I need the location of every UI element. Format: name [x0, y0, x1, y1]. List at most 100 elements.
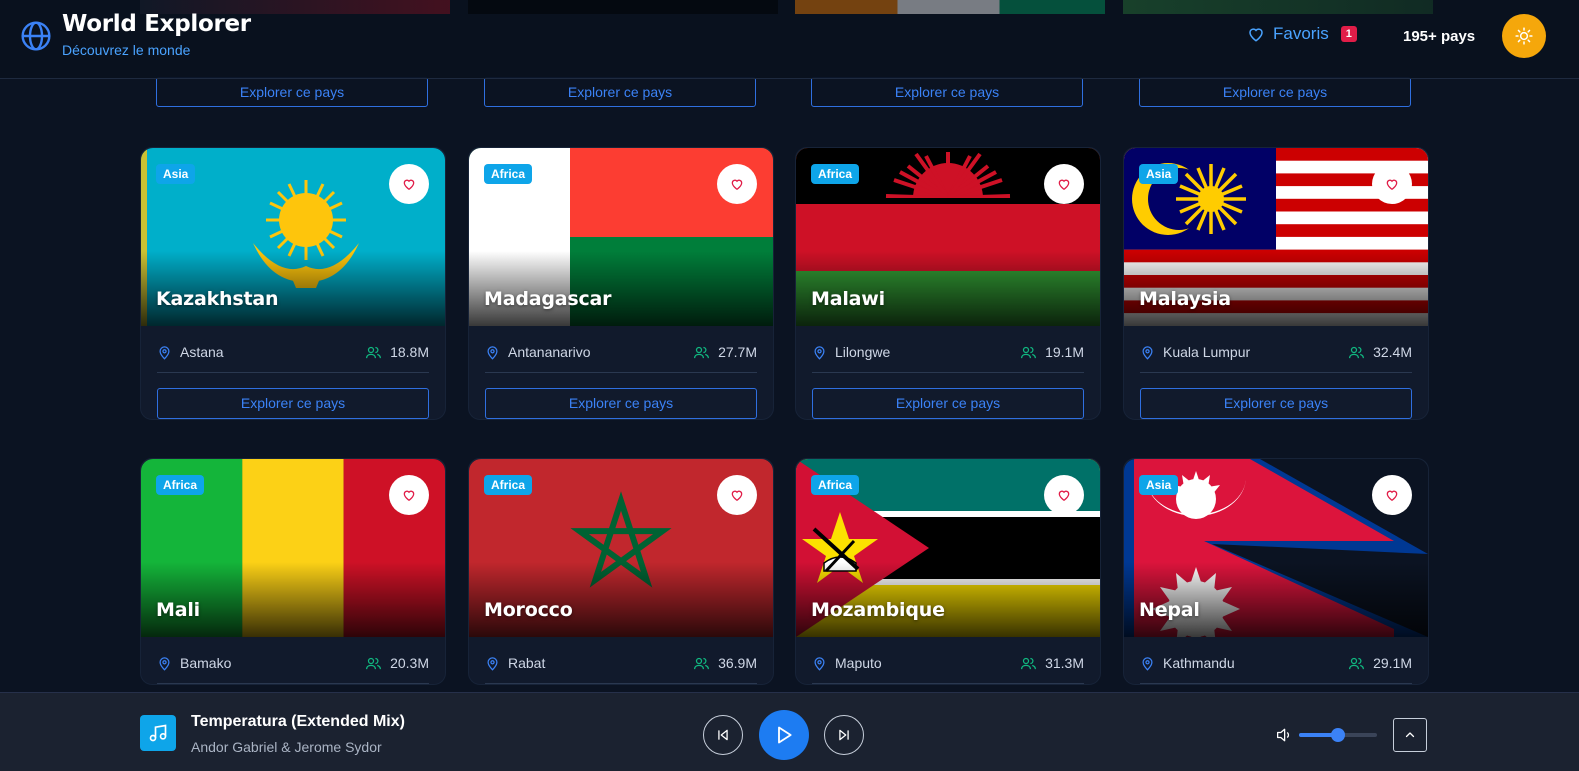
explore-button[interactable]: Explorer ce pays [1140, 388, 1412, 419]
map-pin-icon [487, 345, 498, 360]
theme-toggle-button[interactable] [1502, 14, 1546, 58]
country-grid: Explorer ce pays Explorer ce pays Explor… [0, 0, 1579, 692]
map-pin-icon [159, 656, 170, 671]
capital-name: Astana [180, 344, 224, 360]
country-flag: Asia Malaysia [1124, 148, 1428, 326]
skip-back-icon [718, 729, 728, 741]
explore-button[interactable]: Explorer ce pays [811, 77, 1083, 107]
continent-badge: Asia [1139, 164, 1179, 184]
play-icon [778, 726, 792, 744]
chevron-up-icon [1405, 732, 1415, 738]
country-name: Nepal [1139, 599, 1200, 621]
volume-handle[interactable] [1331, 728, 1345, 742]
users-icon [366, 657, 382, 669]
heart-icon [1058, 490, 1070, 502]
map-pin-icon [487, 656, 498, 671]
heart-icon [403, 490, 415, 502]
users-icon [694, 657, 710, 669]
country-card[interactable]: Asia Malaysia Kuala Lumpur 32.4M Explore… [1123, 147, 1429, 420]
favorite-button[interactable] [1044, 164, 1084, 204]
scrolled-card-edge [1123, 0, 1433, 14]
continent-badge: Asia [156, 164, 196, 184]
users-icon [1349, 346, 1365, 358]
users-icon [1021, 657, 1037, 669]
map-pin-icon [1142, 345, 1153, 360]
population-value: 36.9M [718, 655, 757, 671]
population-value: 18.8M [390, 344, 429, 360]
country-flag: Africa Mozambique [796, 459, 1100, 637]
country-flag: Africa Morocco [469, 459, 773, 637]
capital-name: Kathmandu [1163, 655, 1235, 671]
track-title: Temperatura (Extended Mix) [191, 713, 405, 730]
country-name: Mali [156, 599, 200, 621]
favorite-button[interactable] [389, 164, 429, 204]
favorite-button[interactable] [1372, 164, 1412, 204]
continent-badge: Africa [811, 475, 860, 495]
favorite-button[interactable] [389, 475, 429, 515]
favorite-button[interactable] [717, 164, 757, 204]
continent-badge: Africa [156, 475, 205, 495]
favorites-count-badge: 1 [1340, 26, 1357, 42]
capital-name: Lilongwe [835, 344, 891, 360]
next-track-button[interactable] [824, 715, 864, 755]
explore-button[interactable]: Explorer ce pays [156, 77, 428, 107]
population-value: 20.3M [390, 655, 429, 671]
favorites-button[interactable]: Favoris 1 [1247, 24, 1357, 44]
country-flag: Asia Nepal [1124, 459, 1428, 637]
explore-button[interactable]: Explorer ce pays [157, 388, 429, 419]
sun-icon [1515, 27, 1533, 45]
app-header: World Explorer Découvrez le monde Favori… [0, 0, 1579, 79]
capital-name: Antananarivo [508, 344, 591, 360]
population-value: 27.7M [718, 344, 757, 360]
heart-icon [1386, 179, 1398, 191]
country-card[interactable]: Africa Mozambique Maputo 31.3M [795, 458, 1101, 685]
continent-badge: Africa [484, 164, 533, 184]
explore-button[interactable]: Explorer ce pays [484, 77, 756, 107]
favorite-button[interactable] [717, 475, 757, 515]
favorite-button[interactable] [1372, 475, 1412, 515]
country-flag: Africa Malawi [796, 148, 1100, 326]
country-card[interactable]: Africa Madagascar Antananarivo 27.7M Exp… [468, 147, 774, 420]
play-button[interactable] [759, 710, 809, 760]
continent-badge: Asia [1139, 475, 1179, 495]
heart-icon [1386, 490, 1398, 502]
country-card[interactable]: Africa Mali Bamako 20.3M [140, 458, 446, 685]
track-artist: Andor Gabriel & Jerome Sydor [191, 739, 382, 755]
globe-icon [21, 21, 51, 51]
skip-forward-icon [839, 729, 849, 741]
expand-player-button[interactable] [1393, 718, 1427, 752]
scrolled-card-edge [795, 0, 1105, 14]
brand[interactable]: World Explorer Découvrez le monde [20, 10, 251, 58]
country-flag: Asia Kazakhstan [141, 148, 445, 326]
country-name: Malaysia [1139, 288, 1231, 310]
explore-button[interactable]: Explorer ce pays [1139, 77, 1411, 107]
volume-icon[interactable] [1276, 728, 1292, 742]
country-flag: Africa Mali [141, 459, 445, 637]
heart-icon [403, 179, 415, 191]
scrolled-card-edge [468, 0, 778, 14]
explore-button[interactable]: Explorer ce pays [812, 388, 1084, 419]
users-icon [366, 346, 382, 358]
users-icon [694, 346, 710, 358]
track-artwork [140, 715, 176, 751]
volume-slider[interactable] [1299, 728, 1377, 742]
favorite-button[interactable] [1044, 475, 1084, 515]
previous-track-button[interactable] [703, 715, 743, 755]
capital-name: Maputo [835, 655, 882, 671]
country-card[interactable]: Asia Nepal Kathmandu 29.1M [1123, 458, 1429, 685]
country-name: Morocco [484, 599, 573, 621]
explore-button[interactable]: Explorer ce pays [485, 388, 757, 419]
country-card[interactable]: Africa Malawi Lilongwe 19.1M Explorer ce… [795, 147, 1101, 420]
users-icon [1021, 346, 1037, 358]
country-card[interactable]: Asia Kazakhstan Astana 18.8M Explorer ce… [140, 147, 446, 420]
heart-icon [1249, 28, 1263, 42]
country-name: Malawi [811, 288, 885, 310]
map-pin-icon [159, 345, 170, 360]
country-card[interactable]: Africa Morocco Rabat 36.9M [468, 458, 774, 685]
app-title: World Explorer [62, 11, 251, 37]
heart-icon [731, 490, 743, 502]
favorites-label: Favoris [1273, 24, 1329, 43]
continent-badge: Africa [811, 164, 860, 184]
map-pin-icon [1142, 656, 1153, 671]
capital-name: Kuala Lumpur [1163, 344, 1251, 360]
